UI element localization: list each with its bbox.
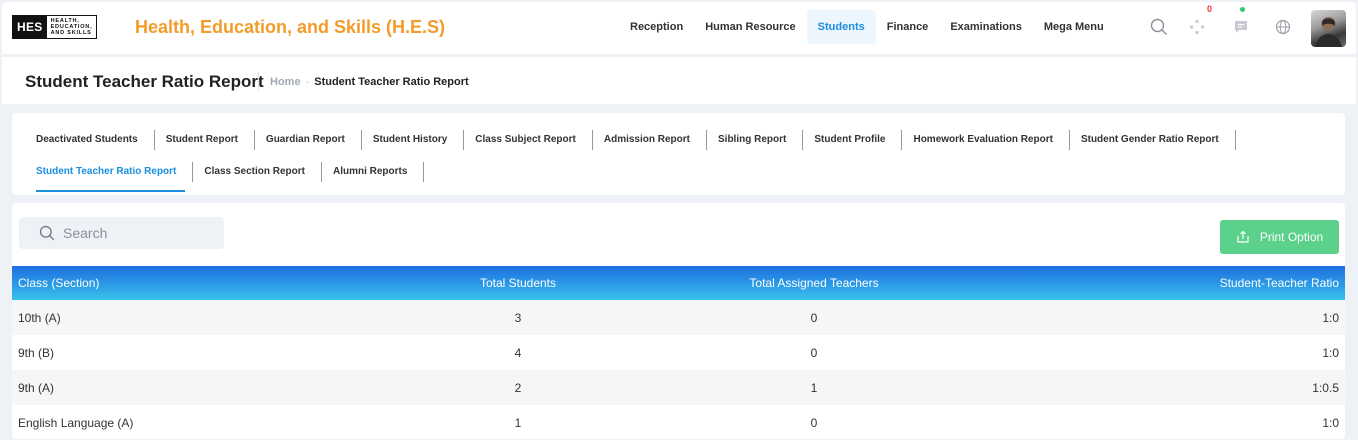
tab-student-report[interactable]: Student Report [155,130,255,150]
column-header-total-assigned-teachers[interactable]: Total Assigned Teachers [614,266,1014,300]
nav-item-finance[interactable]: Finance [876,10,940,44]
tab-homework-evaluation-report[interactable]: Homework Evaluation Report [902,130,1070,150]
main-nav: Reception Human Resource Students Financ… [619,10,1115,44]
top-bar: HES HEALTH, EDUCATION, AND SKILLS Health… [2,2,1356,54]
column-header-student-teacher-ratio[interactable]: Student-Teacher Ratio [1014,266,1345,300]
cell-total-teachers: 0 [810,345,818,360]
tab-student-gender-ratio-report[interactable]: Student Gender Ratio Report [1070,130,1236,150]
cell-class-section: 9th (A) [18,380,55,395]
tab-class-section-report[interactable]: Class Section Report [193,162,322,182]
nav-item-reception[interactable]: Reception [619,10,694,44]
app-logo[interactable]: HES HEALTH, EDUCATION, AND SKILLS [12,15,98,39]
globe-icon[interactable] [1272,16,1294,38]
message-icon[interactable] [1230,16,1252,38]
cell-total-teachers: 0 [810,415,818,430]
cell-total-students: 1 [514,415,522,430]
app-title: Health, Education, and Skills (H.E.S) [135,17,446,37]
search-box[interactable] [19,217,224,249]
cell-class-section: 9th (B) [18,345,55,360]
breadcrumb: Home - Student Teacher Ratio Report [270,76,469,88]
cell-total-students: 3 [514,310,522,325]
report-content: Print Option Class (Section) Total Stude… [12,203,1345,439]
cell-total-students: 4 [514,345,522,360]
tab-alumni-reports[interactable]: Alumni Reports [322,162,425,182]
tab-student-teacher-ratio-report[interactable]: Student Teacher Ratio Report [25,162,194,192]
nav-item-students[interactable]: Students [806,10,876,44]
user-avatar[interactable] [1311,10,1346,47]
search-input[interactable] [63,225,223,241]
cell-class-section: English Language (A) [18,415,134,430]
tab-row-1: Deactivated Students Student Report Guar… [25,129,1236,151]
apps-icon[interactable] [1186,16,1208,38]
ratio-table: Class (Section) Total Students Total Ass… [12,266,1345,439]
tab-class-subject-report[interactable]: Class Subject Report [464,130,593,150]
tab-admission-report[interactable]: Admission Report [593,130,707,150]
nav-item-human-resource[interactable]: Human Resource [694,10,806,44]
tab-row-2: Student Teacher Ratio Report Class Secti… [25,161,425,192]
cell-ratio: 1:0 [1322,415,1339,430]
apps-badge: 0 [1207,4,1213,14]
report-tabs-panel: Deactivated Students Student Report Guar… [12,113,1345,195]
page-title: Student Teacher Ratio Report [25,72,264,91]
table-header-row: Class (Section) Total Students Total Ass… [12,266,1345,300]
tab-deactivated-students[interactable]: Deactivated Students [25,130,155,150]
tab-student-profile[interactable]: Student Profile [803,130,903,150]
nav-item-mega-menu[interactable]: Mega Menu [1033,10,1115,44]
print-option-button[interactable]: Print Option [1220,220,1339,254]
print-option-label: Print Option [1259,230,1324,244]
cell-ratio: 1:0 [1322,310,1339,325]
breadcrumb-current: Student Teacher Ratio Report [314,76,469,88]
search-icon[interactable] [1148,16,1170,38]
breadcrumb-home[interactable]: Home [270,76,301,88]
cell-total-teachers: 0 [810,310,818,325]
cell-class-section: 10th (A) [18,310,61,325]
message-status-dot [1240,7,1245,12]
table-row: 10th (A) 3 0 1:0 [12,300,1345,335]
column-header-class-section[interactable]: Class (Section) [12,266,422,300]
logo-mark: HES [13,16,47,38]
tab-sibling-report[interactable]: Sibling Report [707,130,804,150]
table-row: English Language (A) 1 0 1:0 [12,405,1345,439]
title-divider [258,72,259,90]
column-header-total-students[interactable]: Total Students [422,266,614,300]
tab-guardian-report[interactable]: Guardian Report [255,130,362,150]
page-header: Student Teacher Ratio Report Home - Stud… [2,56,1356,104]
logo-words: HEALTH, EDUCATION, AND SKILLS [50,18,93,36]
cell-ratio: 1:0.5 [1312,380,1339,395]
breadcrumb-separator: - [305,76,310,88]
table-row: 9th (B) 4 0 1:0 [12,335,1345,370]
table-row: 9th (A) 2 1 1:0.5 [12,370,1345,405]
cell-total-teachers: 1 [810,380,818,395]
search-icon [39,225,55,241]
cell-ratio: 1:0 [1322,345,1339,360]
cell-total-students: 2 [514,380,522,395]
nav-item-examinations[interactable]: Examinations [939,10,1033,44]
export-icon [1237,230,1249,243]
tab-student-history[interactable]: Student History [362,130,465,150]
